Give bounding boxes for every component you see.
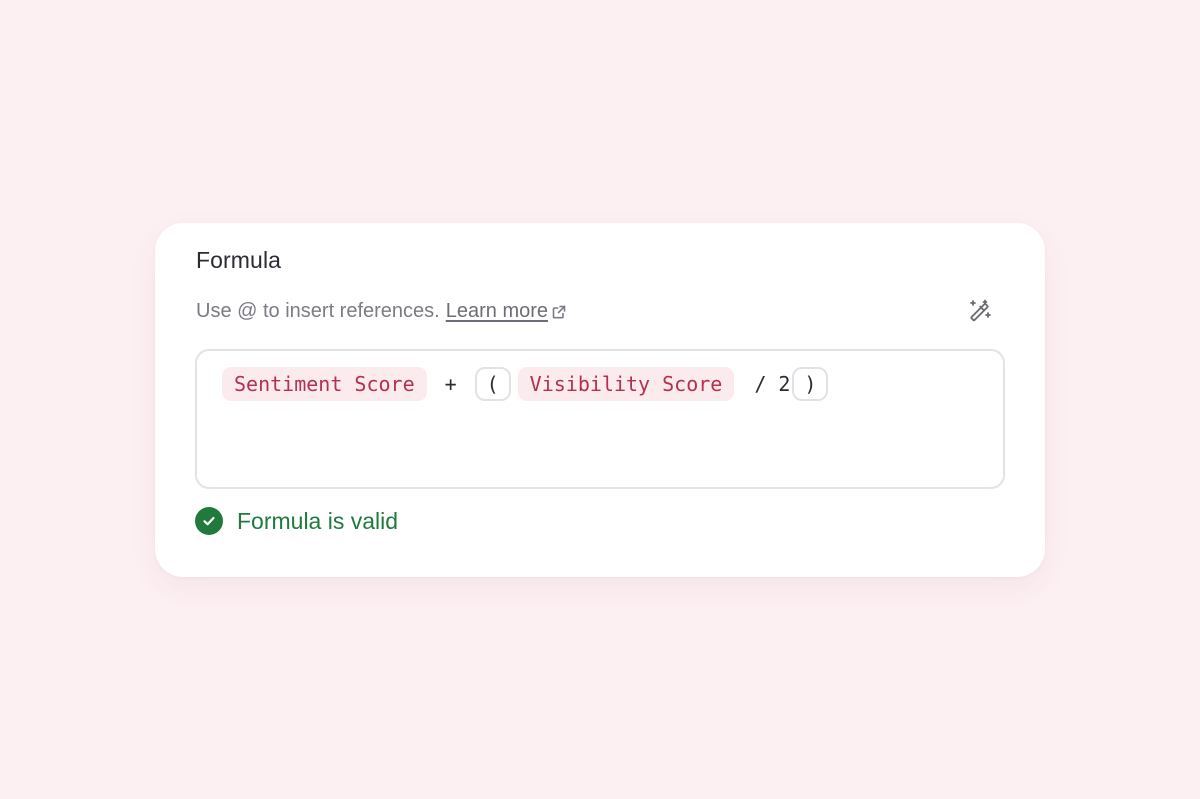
status-text: Formula is valid (237, 507, 399, 534)
formula-hint: Use @ to insert references. Learn more (196, 300, 567, 323)
hint-text: Use @ to insert references. (196, 300, 440, 322)
divide-operator: / 2 (754, 372, 791, 396)
plus-operator: + (444, 372, 457, 396)
formula-title: Formula (196, 247, 282, 273)
learn-more-link[interactable]: Learn more (446, 300, 548, 323)
formula-editor[interactable]: Sentiment Score + ( Visibility Score / 2… (195, 349, 1005, 489)
formula-expression: Sentiment Score + ( Visibility Score / 2… (222, 367, 829, 401)
close-paren-token[interactable]: ) (792, 367, 829, 401)
reference-token-visibility-score[interactable]: Visibility Score (517, 367, 735, 401)
reference-token-sentiment-score[interactable]: Sentiment Score (222, 367, 427, 401)
external-link-icon[interactable] (551, 304, 567, 320)
magic-wand-icon[interactable] (965, 296, 995, 326)
open-paren-token[interactable]: ( (474, 367, 511, 401)
formula-card: Formula Use @ to insert references. Lear… (155, 223, 1045, 577)
formula-status: Formula is valid (195, 507, 398, 535)
check-circle-icon (195, 507, 223, 535)
